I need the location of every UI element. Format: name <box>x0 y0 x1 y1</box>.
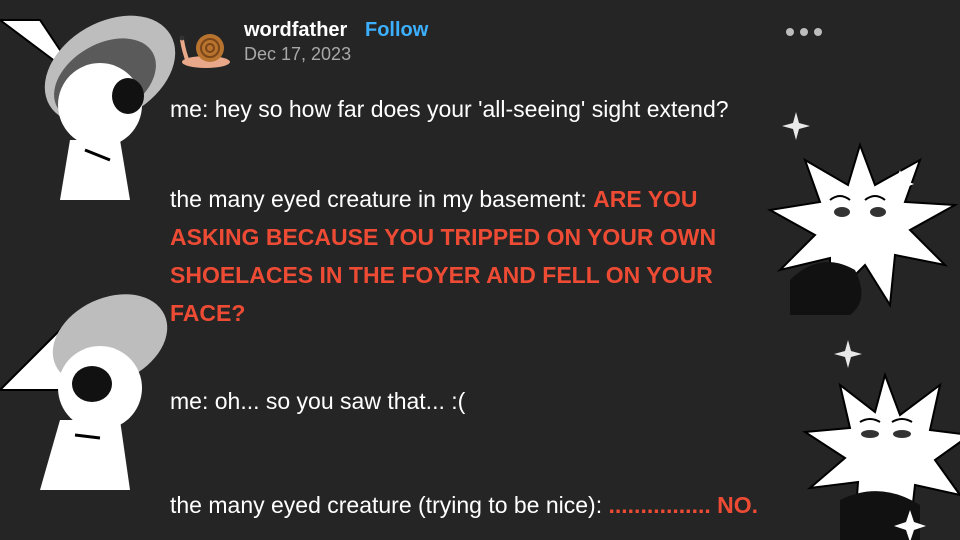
snail-avatar[interactable] <box>176 28 232 72</box>
speaker-prefix: the many eyed creature (trying to be nic… <box>170 492 609 518</box>
speaker-prefix: the many eyed creature in my basement: <box>170 186 594 212</box>
post-line-4: the many eyed creature (trying to be nic… <box>170 486 758 524</box>
more-dot <box>786 28 794 36</box>
witch-character-bottom-left <box>0 294 168 490</box>
post-line-1: me: hey so how far does your 'all-seeing… <box>170 96 729 122</box>
username[interactable]: wordfather <box>244 19 347 42</box>
follow-button[interactable]: Follow <box>365 19 428 42</box>
shouted-text: ................ NO. <box>608 492 759 518</box>
sparkle-icon <box>782 112 810 140</box>
sparkle-icon <box>834 340 862 368</box>
post-date: Dec 17, 2023 <box>244 44 352 64</box>
more-options-icon[interactable] <box>786 22 828 42</box>
starburst-creature-bottom <box>802 371 960 540</box>
post-line-3: me: oh... so you saw that... :( <box>170 388 466 414</box>
starburst-creature-top <box>766 141 959 315</box>
more-dot <box>814 28 822 36</box>
post-line-2: the many eyed creature in my basement: A… <box>170 180 770 332</box>
more-dot <box>800 28 808 36</box>
witch-character-top-left <box>0 15 176 200</box>
